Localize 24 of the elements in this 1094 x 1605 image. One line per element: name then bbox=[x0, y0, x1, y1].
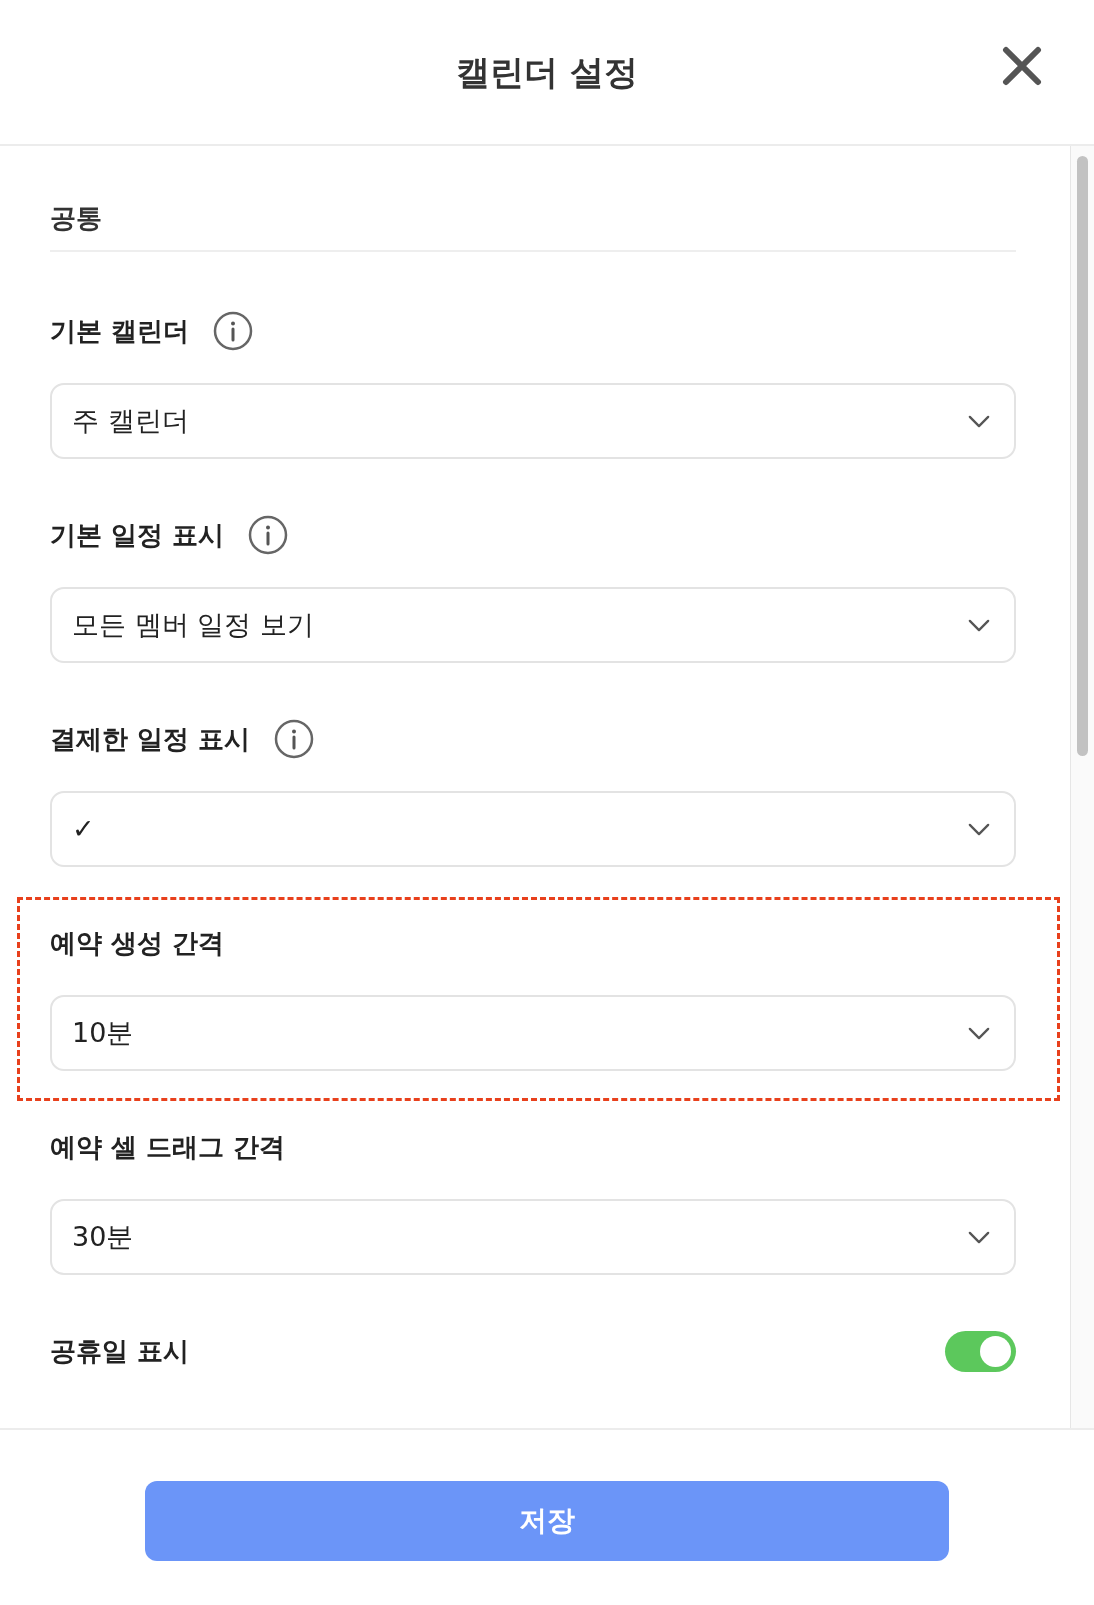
select-field[interactable]: ✓ bbox=[50, 791, 1016, 867]
toggle-switch[interactable] bbox=[945, 1330, 1016, 1372]
chevron-down-icon bbox=[968, 1230, 990, 1244]
scrollbar-thumb[interactable] bbox=[1077, 156, 1088, 756]
info-icon[interactable] bbox=[274, 719, 315, 759]
close-icon[interactable] bbox=[1002, 46, 1042, 86]
chevron-down-icon bbox=[968, 618, 990, 632]
chevron-down-icon bbox=[968, 822, 990, 836]
select-field[interactable]: 모든 멤버 일정 보기 bbox=[50, 587, 1016, 663]
select-field[interactable]: 10분 bbox=[50, 995, 1016, 1071]
field-label: 예약 생성 간격 bbox=[50, 926, 225, 960]
field-label: 기본 캘린더 bbox=[50, 314, 190, 348]
info-icon[interactable] bbox=[248, 515, 289, 555]
field-label: 결제한 일정 표시 bbox=[50, 722, 251, 756]
chevron-down-icon bbox=[968, 1026, 990, 1040]
info-icon[interactable] bbox=[213, 311, 254, 351]
field-label: 공휴일 표시 bbox=[50, 1334, 190, 1368]
field-label: 기본 일정 표시 bbox=[50, 518, 225, 552]
field-label: 예약 셀 드래그 간격 bbox=[50, 1130, 286, 1164]
select-field[interactable]: 30분 bbox=[50, 1199, 1016, 1275]
select-field[interactable]: 주 캘린더 bbox=[50, 383, 1016, 459]
section-title: 공통 bbox=[50, 201, 102, 235]
chevron-down-icon bbox=[968, 414, 990, 428]
dialog-title: 캘린더 설정 bbox=[456, 50, 638, 94]
